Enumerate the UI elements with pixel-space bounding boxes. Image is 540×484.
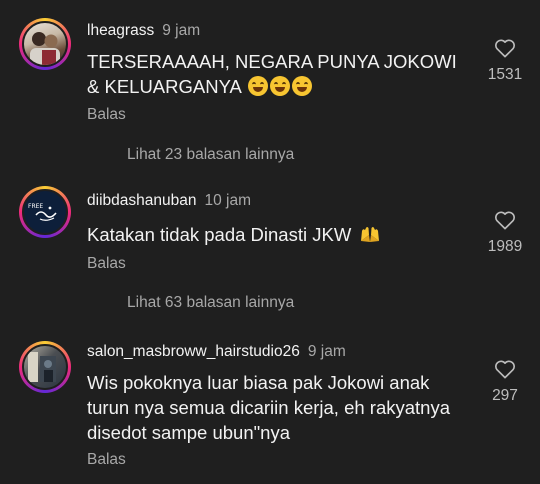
- rofl-emoji: [292, 76, 313, 96]
- like-count: 1531: [487, 66, 523, 83]
- comment-text-container: Wis pokoknya luar biasa pak Jokowi anak …: [87, 370, 472, 445]
- comment-username[interactable]: lheagrass: [87, 22, 154, 39]
- reply-button[interactable]: Balas: [87, 255, 126, 273]
- avatar-label: FREE: [28, 203, 44, 210]
- raised-hands-emoji: [361, 227, 380, 242]
- avatar-logo-icon: [35, 206, 57, 221]
- view-replies-link[interactable]: Lihat 23 balasan lainnya: [127, 146, 294, 164]
- comment-text: Wis pokoknya luar biasa pak Jokowi anak …: [87, 372, 450, 443]
- reply-button[interactable]: Balas: [87, 451, 126, 469]
- comment-text-container: TERSERAAAAH, NEGARA PUNYA JOKOWI & KELUA…: [87, 49, 472, 99]
- comment-username[interactable]: salon_masbroww_hairstudio26: [87, 343, 300, 360]
- like-button[interactable]: 1531: [480, 38, 530, 84]
- comment-text-container: Katakan tidak pada Dinasti JKW: [87, 222, 472, 247]
- joy-emoji: [270, 76, 291, 96]
- rofl-emoji: [248, 76, 269, 96]
- like-count: 1989: [487, 238, 523, 255]
- avatar[interactable]: FREE: [19, 186, 71, 238]
- like-count: 297: [492, 387, 518, 404]
- comment-time: 9 jam: [307, 343, 346, 360]
- heart-icon: [495, 211, 515, 230]
- comment-time: 10 jam: [204, 192, 251, 209]
- comment-time: 9 jam: [162, 22, 201, 39]
- reply-button[interactable]: Balas: [87, 106, 126, 124]
- like-button[interactable]: 1989: [480, 210, 530, 256]
- avatar[interactable]: [19, 341, 71, 393]
- avatar-photo-icon: [28, 352, 56, 382]
- avatar[interactable]: [19, 18, 71, 70]
- comment-text: Katakan tidak pada Dinasti JKW: [87, 224, 352, 245]
- heart-icon: [495, 39, 515, 58]
- like-button[interactable]: 297: [480, 359, 530, 405]
- heart-icon: [495, 360, 515, 379]
- view-replies-link[interactable]: Lihat 63 balasan lainnya: [127, 294, 294, 312]
- avatar-photo-icon: [30, 32, 60, 65]
- comment-username[interactable]: diibdashanuban: [87, 192, 196, 209]
